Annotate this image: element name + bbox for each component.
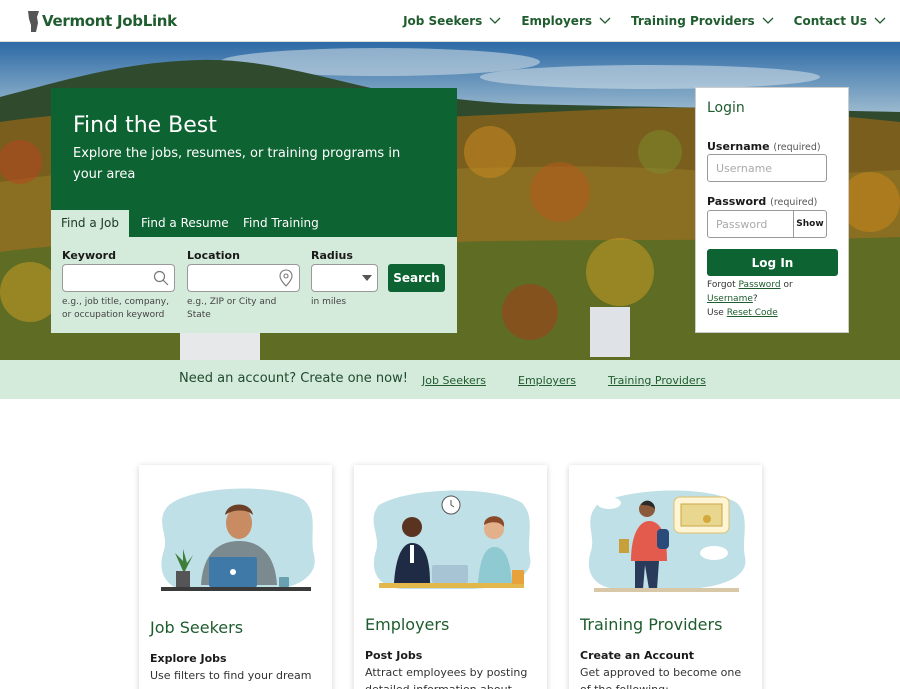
nav-label: Training Providers <box>631 14 755 28</box>
forgot-question: ? <box>752 294 758 304</box>
nav-label: Contact Us <box>793 14 867 28</box>
search-panel-title: Find the Best <box>73 113 217 138</box>
create-account-text: Need an account? Create one now! <box>179 371 408 386</box>
login-help: Forgot Password or Username? Use Reset C… <box>707 278 845 320</box>
radius-help-text: in miles <box>311 297 347 307</box>
main-nav: Job Seekers Employers Training Providers… <box>383 0 886 42</box>
username-label-text: Username <box>707 140 770 153</box>
search-button[interactable]: Search <box>388 264 445 292</box>
training-providers-illustration <box>588 490 746 592</box>
tab-label: Find a Resume <box>141 216 229 230</box>
tab-label: Find a Job <box>60 216 120 230</box>
username-label: Username (required) <box>707 140 821 153</box>
card-text: Attract employees by posting detailed in… <box>365 666 528 689</box>
card-text: Get approved to become one of the follow… <box>580 666 742 689</box>
create-account-employers-link[interactable]: Employers <box>518 374 576 387</box>
job-search-panel: Find the Best Explore the jobs, resumes,… <box>51 88 457 333</box>
card-employers[interactable]: Employers Post Jobs Attract employees by… <box>354 465 547 689</box>
job-seeker-illustration <box>161 488 315 591</box>
search-panel-header: Find the Best Explore the jobs, resumes,… <box>51 88 457 237</box>
nav-contact-us[interactable]: Contact Us <box>794 14 886 28</box>
nav-label: Job Seekers <box>403 14 483 28</box>
search-icon <box>153 270 169 286</box>
password-label-text: Password <box>707 195 767 208</box>
tab-find-a-resume[interactable]: Find a Resume <box>141 210 229 237</box>
map-pin-icon <box>279 269 293 287</box>
nav-job-seekers[interactable]: Job Seekers <box>403 14 501 28</box>
keyword-help-text: e.g., job title, company, or occupation … <box>62 297 169 320</box>
card-training-providers[interactable]: Training Providers Create an Account Get… <box>569 465 762 689</box>
card-subheading: Post Jobs <box>365 649 423 662</box>
password-placeholder: Password <box>716 217 768 231</box>
create-account-bar: Need an account? Create one now! Job See… <box>0 360 900 399</box>
username-input[interactable]: Username <box>707 154 827 182</box>
card-title: Training Providers <box>580 615 723 634</box>
radius-select[interactable] <box>311 264 378 292</box>
site-logo[interactable]: Vermont JobLink <box>28 10 177 32</box>
login-panel: Login Username (required) Username Passw… <box>695 87 849 333</box>
chevron-down-icon <box>874 17 886 24</box>
username-required: (required) <box>773 142 821 153</box>
search-panel-body: Keyword e.g., job title, company, or occ… <box>51 237 457 333</box>
login-title: Login <box>707 100 745 116</box>
card-text: Use filters to find your dream <box>150 669 312 682</box>
vermont-state-icon <box>28 10 39 32</box>
radius-label: Radius <box>311 249 353 262</box>
search-panel-subtitle: Explore the jobs, resumes, or training p… <box>73 146 401 182</box>
dropdown-arrow-icon <box>362 275 372 281</box>
nav-label: Employers <box>521 14 592 28</box>
card-job-seekers[interactable]: Job Seekers Explore Jobs Use filters to … <box>139 465 332 689</box>
forgot-prefix: Forgot <box>707 280 736 290</box>
keyword-label: Keyword <box>62 249 116 262</box>
location-label: Location <box>187 249 240 262</box>
nav-employers[interactable]: Employers <box>521 14 611 28</box>
employers-illustration <box>373 490 531 589</box>
password-required: (required) <box>770 197 818 208</box>
create-account-job-seekers-link[interactable]: Job Seekers <box>422 374 486 387</box>
logo-text: Vermont JobLink <box>42 12 177 30</box>
use-prefix: Use <box>707 308 724 318</box>
login-button[interactable]: Log In <box>707 249 838 276</box>
card-subheading: Explore Jobs <box>150 652 227 665</box>
tab-label: Find Training <box>243 216 319 230</box>
hero-banner: Find the Best Explore the jobs, resumes,… <box>0 42 900 360</box>
chevron-down-icon <box>489 17 501 24</box>
username-placeholder: Username <box>716 161 773 175</box>
nav-training-providers[interactable]: Training Providers <box>631 14 774 28</box>
reset-code-link[interactable]: Reset Code <box>727 308 778 318</box>
card-title: Job Seekers <box>150 618 244 637</box>
password-input[interactable]: Password <box>707 210 794 238</box>
chevron-down-icon <box>599 17 611 24</box>
create-account-training-providers-link[interactable]: Training Providers <box>608 374 706 387</box>
password-label: Password (required) <box>707 195 817 208</box>
keyword-input[interactable] <box>62 264 175 292</box>
location-help-text: e.g., ZIP or City and State <box>187 297 277 320</box>
forgot-or: or <box>783 280 793 290</box>
tab-find-training[interactable]: Find Training <box>243 210 319 237</box>
tab-find-a-job[interactable]: Find a Job <box>51 210 129 237</box>
forgot-password-link[interactable]: Password <box>739 280 781 290</box>
location-input[interactable] <box>187 264 300 292</box>
chevron-down-icon <box>762 17 774 24</box>
site-header: Vermont JobLink Job Seekers Employers Tr… <box>0 0 900 42</box>
forgot-username-link[interactable]: Username <box>707 294 753 304</box>
card-subheading: Create an Account <box>580 649 695 662</box>
show-password-button[interactable]: Show <box>793 210 827 238</box>
card-title: Employers <box>365 615 450 634</box>
